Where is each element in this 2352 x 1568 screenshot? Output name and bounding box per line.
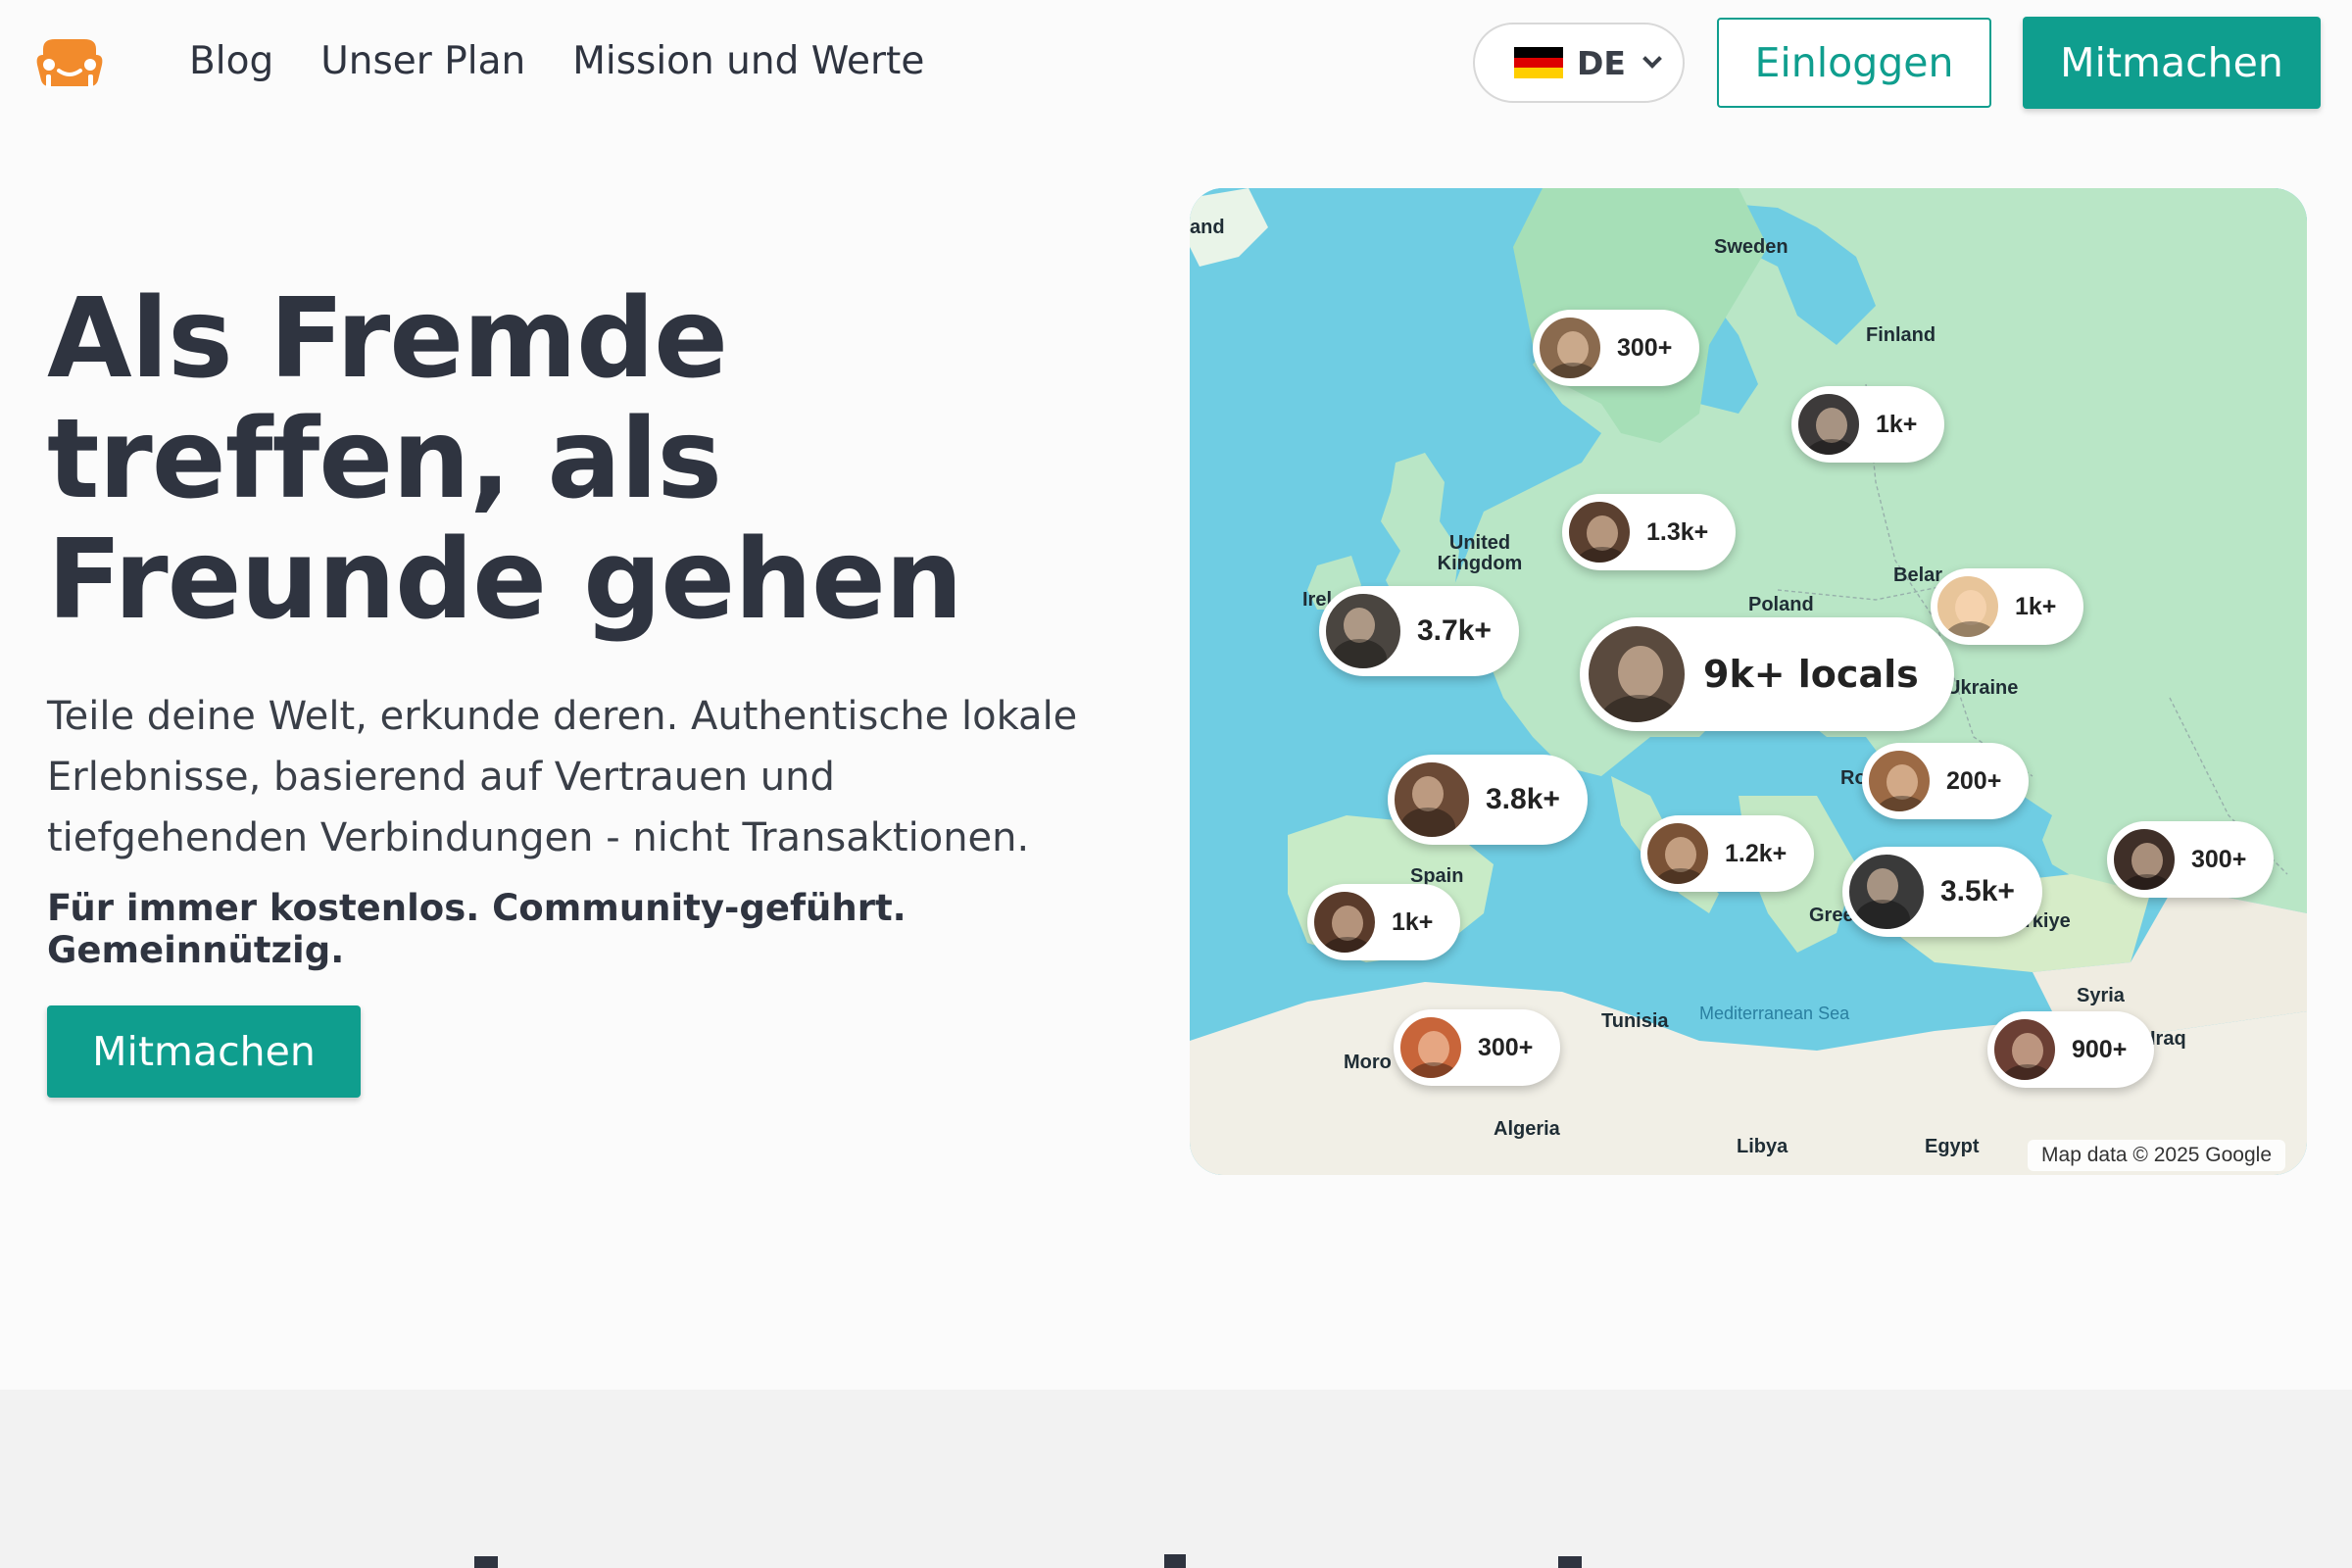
avatar: [1866, 748, 1933, 814]
join-button-header[interactable]: Mitmachen: [2023, 17, 2321, 109]
nav-link-mission[interactable]: Mission und Werte: [572, 37, 924, 86]
map-label-belarus: Belar: [1893, 564, 1943, 586]
map-label-iceland: and: [1190, 217, 1225, 238]
pin-count: 3.7k+: [1417, 614, 1492, 647]
login-button[interactable]: Einloggen: [1717, 18, 1991, 108]
map-label-ukraine: Ukraine: [1946, 677, 2019, 699]
map-pin-morocco[interactable]: 300+: [1394, 1009, 1561, 1086]
map-label-libya: Libya: [1737, 1136, 1788, 1157]
language-code: DE: [1577, 43, 1626, 82]
map-label-egypt: Egypt: [1925, 1136, 1980, 1157]
map-label-syria: Syria: [2077, 985, 2125, 1006]
map-pin-spain[interactable]: 1k+: [1307, 884, 1461, 960]
map-label-iraq: Iraq: [2150, 1028, 2186, 1050]
avatar: [2111, 826, 2178, 893]
nav-link-blog[interactable]: Blog: [189, 37, 273, 86]
pin-count: 200+: [1946, 766, 2002, 795]
pin-count: 900+: [2072, 1035, 2128, 1063]
avatar: [1323, 591, 1403, 671]
hero-subtitle: Teile deine Welt, erkunde deren. Authent…: [47, 694, 1078, 860]
map-pin-france[interactable]: 3.8k+: [1388, 755, 1588, 845]
map-label-algeria: Algeria: [1494, 1118, 1560, 1140]
map-label-finland: Finland: [1866, 324, 1936, 346]
map-label-united-kingdom: United Kingdom: [1437, 532, 1523, 574]
map-label-morocco: Moro: [1344, 1052, 1392, 1073]
avatar: [1566, 499, 1633, 565]
pin-count: 1k+: [1876, 410, 1918, 438]
pin-count: 300+: [2191, 845, 2247, 873]
pin-count: 300+: [1478, 1033, 1534, 1061]
german-flag-icon: [1514, 47, 1563, 79]
map-credit: Map data © 2025 Google: [2028, 1140, 2285, 1171]
hero-headline: Als Fremde treffen, als Freunde gehen: [47, 275, 963, 644]
join-button-hero[interactable]: Mitmachen: [47, 1005, 361, 1098]
pin-count: 3.5k+: [1940, 875, 2015, 907]
avatar: [1311, 889, 1378, 956]
avatar: [1586, 623, 1688, 725]
map-pin-greece[interactable]: 3.5k+: [1842, 847, 2042, 937]
avatar: [1537, 315, 1603, 381]
map-label-sweden: Sweden: [1714, 236, 1788, 258]
map-pin-denmark[interactable]: 1.3k+: [1562, 494, 1737, 570]
map-pin-finland[interactable]: 1k+: [1791, 386, 1945, 463]
map-pin-norway[interactable]: 300+: [1533, 310, 1700, 386]
chevron-down-icon: [1642, 49, 1662, 69]
pin-count: 9k+ locals: [1703, 653, 1919, 696]
avatar: [1991, 1016, 2058, 1083]
map-label-tunisia: Tunisia: [1601, 1010, 1669, 1032]
map-pin-italy[interactable]: 1.2k+: [1641, 815, 1815, 892]
map-label-mediterranean-sea: Mediterranean Sea: [1699, 1004, 1850, 1023]
pin-count: 1k+: [2015, 592, 2057, 620]
map-pin-romania[interactable]: 200+: [1862, 743, 2030, 819]
avatar: [1935, 573, 2001, 640]
avatar: [1846, 852, 1927, 932]
map-pin-uk[interactable]: 3.7k+: [1319, 586, 1519, 676]
pin-count: 1.3k+: [1646, 517, 1709, 546]
nav-links: Blog Unser Plan Mission und Werte: [189, 37, 924, 86]
map-pin-middle-east[interactable]: 900+: [1987, 1011, 2155, 1088]
next-section: [0, 1390, 2352, 1568]
pin-count: 3.8k+: [1486, 783, 1560, 815]
nav-link-unser-plan[interactable]: Unser Plan: [320, 37, 525, 86]
map-pin-germany-total[interactable]: 9k+ locals: [1580, 617, 1954, 731]
avatar: [1397, 1014, 1464, 1081]
pin-count: 1.2k+: [1725, 839, 1788, 867]
map-label-poland: Poland: [1748, 594, 1814, 615]
pin-count: 300+: [1617, 333, 1673, 362]
avatar: [1644, 820, 1711, 887]
avatar: [1795, 391, 1862, 458]
next-section-heading-cutoff: [474, 1554, 1582, 1568]
pin-count: 1k+: [1392, 907, 1434, 936]
sofa-logo-icon[interactable]: [35, 35, 104, 90]
language-selector[interactable]: DE: [1473, 23, 1685, 103]
map-pin-caucasus[interactable]: 300+: [2107, 821, 2275, 898]
community-map[interactable]: and Sweden Finland United Kingdom Irel P…: [1190, 188, 2307, 1175]
top-navigation: Blog Unser Plan Mission und Werte DE Ein…: [0, 0, 2352, 127]
avatar: [1392, 760, 1472, 840]
map-pin-belarus[interactable]: 1k+: [1931, 568, 2084, 645]
hero-tagline: Für immer kostenlos. Community-geführt. …: [47, 887, 906, 971]
